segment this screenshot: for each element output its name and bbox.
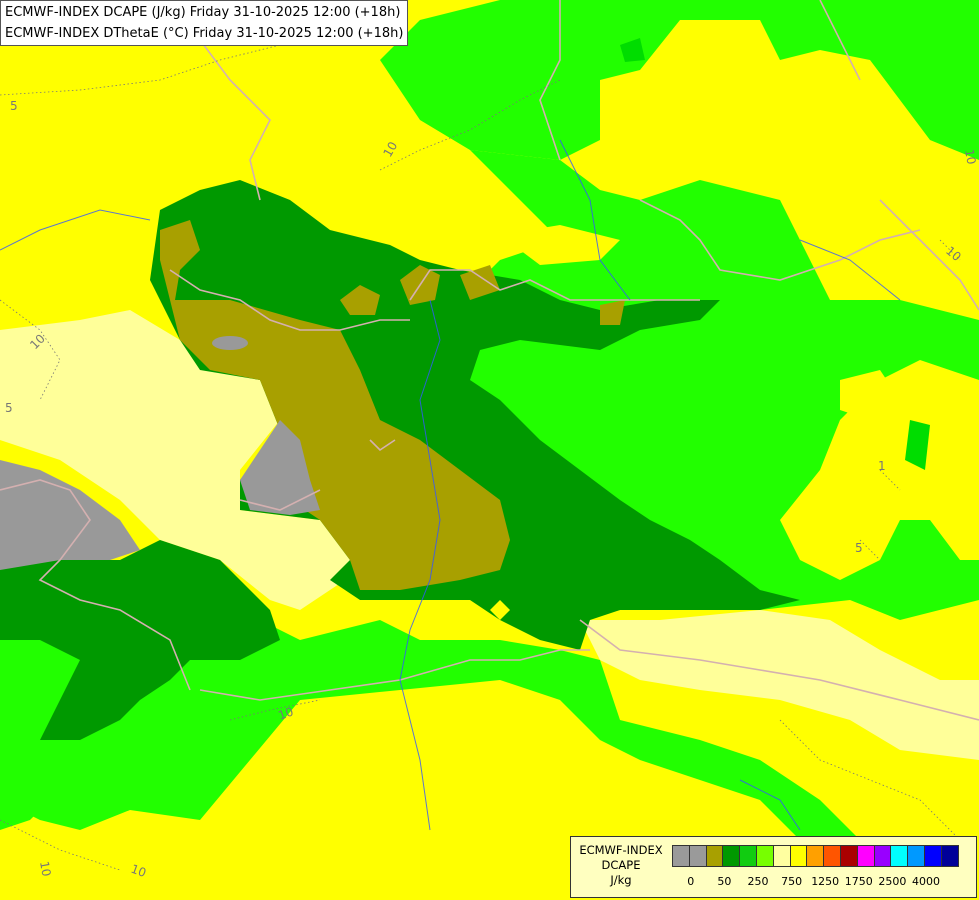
legend-tick-label: 2500 [878, 875, 907, 888]
legend-swatches [672, 845, 959, 867]
contour-label: 5 [10, 99, 18, 113]
weather-map: 10 10 10 10 10 5 5 5 10 10 1 [0, 0, 979, 900]
legend-swatch [755, 845, 774, 867]
legend-swatch [940, 845, 959, 867]
legend-swatch [823, 845, 841, 867]
legend-swatch [672, 845, 690, 867]
contour-label: 5 [855, 541, 863, 555]
legend-swatch [722, 845, 741, 867]
contour-label: 10 [37, 860, 53, 877]
legend-swatch [806, 845, 825, 867]
map-title: ECMWF-INDEX DCAPE (J/kg) Friday 31-10-20… [0, 0, 409, 46]
legend-swatch [772, 845, 791, 867]
legend-tick-label: 0 [687, 875, 695, 888]
legend-tick-label: 4000 [912, 875, 940, 888]
legend-title-model: ECMWF-INDEX [579, 843, 663, 857]
legend-swatch [839, 845, 858, 867]
legend-label: ECMWF-INDEX DCAPE J/kg [571, 843, 671, 888]
legend-swatch [923, 845, 942, 867]
legend-unit: J/kg [610, 873, 632, 887]
legend-swatch [789, 845, 808, 867]
legend-swatch [890, 845, 909, 867]
legend-tick-label: 750 [781, 875, 803, 888]
title-line-dthetae: ECMWF-INDEX DThetaE (°C) Friday 31-10-20… [5, 26, 404, 41]
legend-swatch [739, 845, 757, 867]
legend-swatch [873, 845, 892, 867]
contour-label: 5 [5, 401, 13, 415]
contour-label: 1 [878, 459, 886, 473]
legend-swatch [856, 845, 875, 867]
color-legend: ECMWF-INDEX DCAPE J/kg 0 50 250 750 1250 1750… [570, 836, 977, 898]
legend-tick-label: 1250 [811, 875, 840, 888]
legend-swatch [705, 845, 724, 867]
legend-swatch [907, 845, 925, 867]
legend-tick-label: 50 [717, 875, 732, 888]
region-gray-small [212, 336, 248, 350]
legend-swatch [688, 845, 707, 867]
contour-label: 10 [962, 148, 978, 165]
title-line-dcape: ECMWF-INDEX DCAPE (J/kg) Friday 31-10-20… [5, 5, 401, 20]
legend-tick-label: 1750 [844, 875, 873, 888]
legend-tick-label: 250 [747, 875, 769, 888]
legend-title-param: DCAPE [601, 858, 641, 872]
